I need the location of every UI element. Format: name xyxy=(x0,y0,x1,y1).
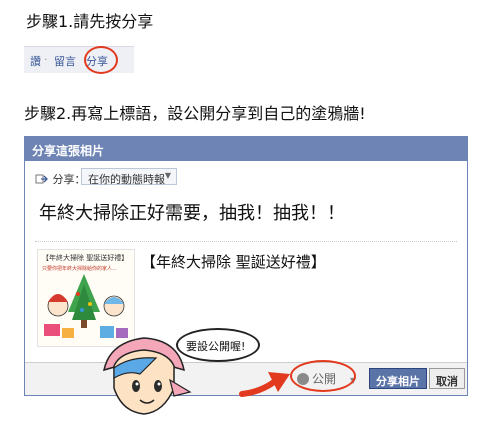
post-message[interactable]: 年終大掃除正好需要，抽我！抽我！！ xyxy=(39,199,345,225)
share-icon xyxy=(35,174,48,184)
step2-title: 步驟2.再寫上標語，設公開分享到自己的塗鴉牆! xyxy=(24,104,366,123)
step1-title: 步驟1.請先按分享 xyxy=(26,12,154,31)
share-label-row: 分享： xyxy=(35,171,86,187)
speech-bubble-text: 要設公開喔! xyxy=(186,340,246,353)
share-target-value: 在你的動態時報 xyxy=(88,173,165,186)
cancel-button-label: 取消 xyxy=(436,375,458,388)
speech-bubble: 要設公開喔! xyxy=(176,328,260,362)
share-highlight-circle xyxy=(84,46,118,74)
cancel-button[interactable]: 取消 xyxy=(429,368,465,389)
dialog-title: 分享這張相片 xyxy=(32,144,105,158)
divider xyxy=(35,241,457,242)
separator: · xyxy=(44,53,48,66)
dialog-header: 分享這張相片 xyxy=(25,137,467,161)
share-target-select[interactable]: 在你的動態時報 ▼ xyxy=(81,168,177,186)
arrow-icon xyxy=(239,372,290,397)
link-title[interactable]: 【年終大掃除 聖誕送好禮】 xyxy=(141,251,326,272)
share-photo-button-label: 分享相片 xyxy=(376,375,420,388)
comment-link[interactable]: 留言 xyxy=(54,53,76,69)
share-photo-button[interactable]: 分享相片 xyxy=(369,368,427,389)
privacy-highlight-circle xyxy=(290,360,356,392)
like-link[interactable]: 讚 xyxy=(30,53,41,69)
chevron-down-icon: ▼ xyxy=(164,171,171,180)
